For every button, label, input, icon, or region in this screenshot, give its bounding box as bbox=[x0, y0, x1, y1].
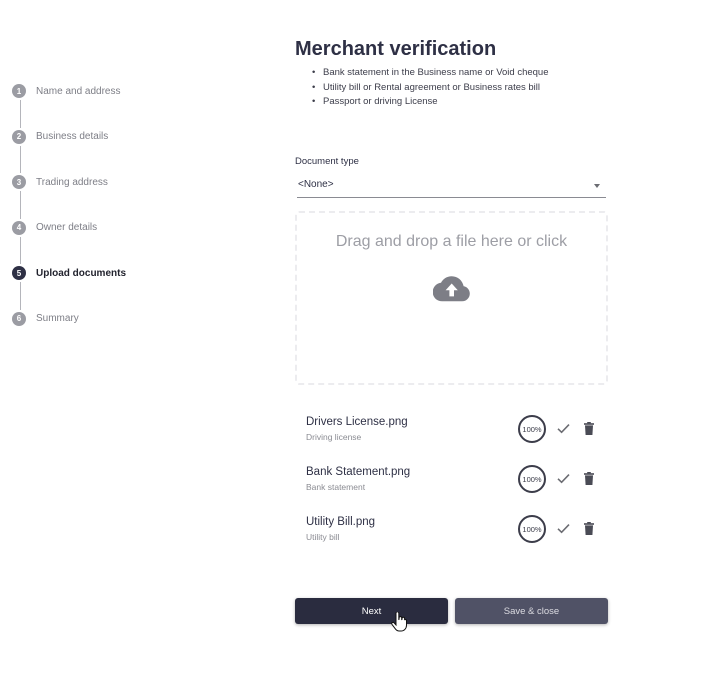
step-number: 3 bbox=[12, 175, 26, 189]
file-type: Driving license bbox=[306, 432, 362, 442]
step-trading-address[interactable]: 3 Trading address bbox=[12, 173, 212, 191]
trash-icon[interactable] bbox=[584, 422, 594, 435]
file-dropzone[interactable]: Drag and drop a file here or click bbox=[295, 211, 608, 385]
check-icon bbox=[557, 474, 570, 484]
document-type-label: Document type bbox=[295, 156, 359, 167]
step-connector bbox=[20, 282, 21, 310]
next-button[interactable]: Next bbox=[295, 598, 448, 624]
save-and-close-button[interactable]: Save & close bbox=[455, 598, 608, 624]
step-owner-details[interactable]: 4 Owner details bbox=[12, 219, 212, 237]
step-number: 6 bbox=[12, 311, 26, 326]
step-label: Trading address bbox=[36, 176, 108, 188]
step-name-and-address[interactable]: 1 Name and address bbox=[12, 82, 212, 100]
dropdown-arrow-icon bbox=[594, 184, 600, 188]
step-number: 5 bbox=[12, 266, 26, 280]
step-label: Name and address bbox=[36, 85, 121, 97]
step-number: 2 bbox=[12, 129, 26, 144]
page-title: Merchant verification bbox=[295, 38, 497, 60]
requirement-item: Bank statement in the Business name or V… bbox=[312, 66, 549, 81]
step-number: 4 bbox=[12, 220, 26, 235]
step-label: Upload documents bbox=[36, 267, 127, 279]
upload-progress: 100% bbox=[518, 415, 546, 443]
file-type: Utility bill bbox=[306, 532, 340, 542]
hand-cursor-icon bbox=[391, 612, 407, 632]
dropzone-text: Drag and drop a file here or click bbox=[335, 233, 568, 250]
cloud-upload-icon bbox=[433, 276, 470, 302]
requirements-list: Bank statement in the Business name or V… bbox=[312, 66, 549, 110]
upload-progress: 100% bbox=[518, 465, 546, 493]
check-icon bbox=[557, 524, 570, 534]
uploaded-file-row: Utility Bill.png Utility bill 100% bbox=[306, 515, 606, 548]
uploaded-file-row: Drivers License.png Driving license 100% bbox=[306, 415, 606, 448]
document-type-value: <None> bbox=[298, 179, 334, 190]
upload-progress: 100% bbox=[518, 515, 546, 543]
step-business-details[interactable]: 2 Business details bbox=[12, 128, 212, 146]
trash-icon[interactable] bbox=[584, 472, 594, 485]
file-name: Drivers License.png bbox=[306, 416, 408, 428]
step-connector bbox=[20, 236, 21, 264]
step-upload-documents[interactable]: 5 Upload documents bbox=[12, 264, 212, 282]
requirement-item: Utility bill or Rental agreement or Busi… bbox=[312, 81, 549, 96]
step-connector bbox=[20, 191, 21, 219]
check-icon bbox=[557, 424, 570, 434]
step-label: Summary bbox=[36, 313, 79, 324]
step-label: Business details bbox=[36, 131, 109, 142]
file-type: Bank statement bbox=[306, 482, 366, 492]
step-connector bbox=[20, 145, 21, 173]
file-name: Bank Statement.png bbox=[306, 466, 411, 478]
step-connector bbox=[20, 100, 21, 128]
file-name: Utility Bill.png bbox=[306, 516, 376, 528]
trash-icon[interactable] bbox=[584, 522, 594, 535]
document-type-select[interactable]: <None> bbox=[297, 176, 606, 198]
step-number: 1 bbox=[12, 84, 26, 98]
requirement-item: Passport or driving License bbox=[312, 95, 549, 110]
uploaded-file-row: Bank Statement.png Bank statement 100% bbox=[306, 465, 606, 498]
progress-stepper: 1 Name and address 2 Business details 3 … bbox=[12, 82, 212, 328]
step-summary[interactable]: 6 Summary bbox=[12, 310, 212, 328]
step-label: Owner details bbox=[36, 222, 98, 233]
